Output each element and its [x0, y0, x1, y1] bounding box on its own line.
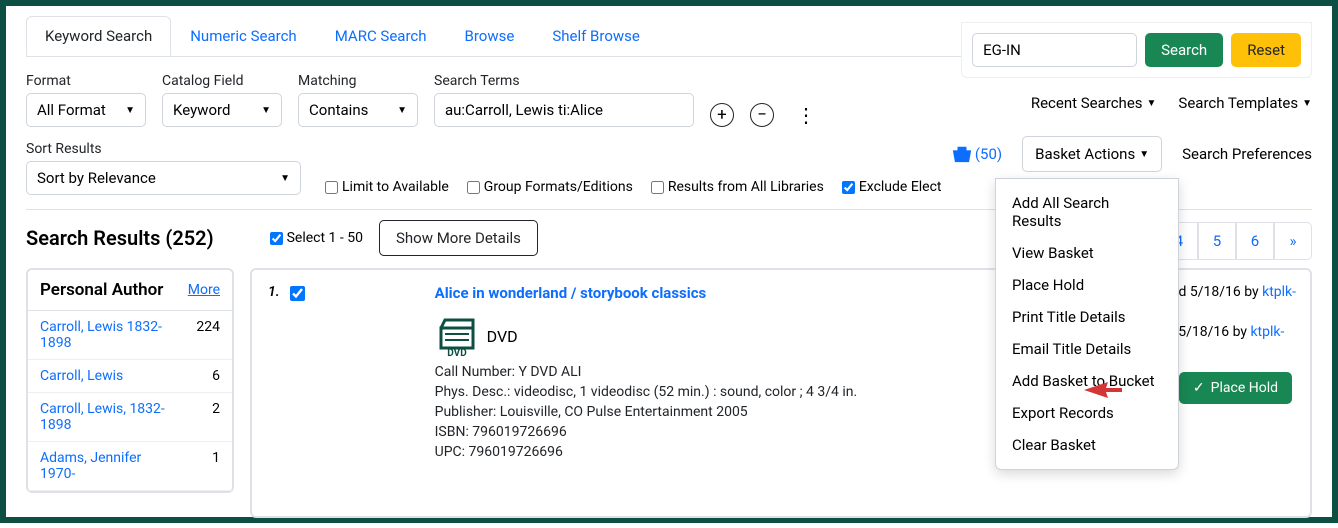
- facet-item[interactable]: Carroll, Lewis6: [28, 360, 232, 393]
- svg-text:DVD: DVD: [447, 348, 467, 356]
- kebab-icon: ⋮: [796, 103, 816, 127]
- search-templates-link[interactable]: Search Templates▼: [1178, 94, 1312, 112]
- menu-add-all-search-results[interactable]: Add All Search Results: [996, 187, 1178, 237]
- chevron-down-icon: ▼: [397, 105, 407, 116]
- upc: UPC: 796019726696: [435, 444, 858, 460]
- limit-available-checkbox[interactable]: Limit to Available: [325, 179, 449, 195]
- facet-more-link[interactable]: More: [188, 282, 220, 298]
- result-number: 1.: [268, 284, 280, 502]
- place-hold-button[interactable]: ✓ Place Hold: [1179, 372, 1292, 404]
- format-select[interactable]: All Format▼: [26, 93, 146, 127]
- caret-down-icon: ▼: [1147, 98, 1157, 109]
- search-terms-input[interactable]: [434, 93, 694, 127]
- dvd-format-icon: DVD DVD: [437, 316, 858, 356]
- menu-clear-basket[interactable]: Clear Basket: [996, 429, 1178, 461]
- caret-down-icon: ▼: [1139, 149, 1149, 160]
- sort-select[interactable]: Sort by Relevance▼: [26, 161, 301, 195]
- tab-browse[interactable]: Browse: [446, 16, 534, 56]
- tab-shelf-browse[interactable]: Shelf Browse: [533, 16, 659, 56]
- result-title-link[interactable]: Alice in wonderland / storybook classics: [435, 284, 858, 302]
- annotation-arrow-icon: [1082, 376, 1122, 404]
- basket-count[interactable]: (50): [951, 145, 1002, 163]
- recent-searches-link[interactable]: Recent Searches▼: [1031, 94, 1157, 112]
- menu-view-basket[interactable]: View Basket: [996, 237, 1178, 269]
- remove-row-button[interactable]: −: [750, 103, 774, 127]
- result-select-checkbox[interactable]: [290, 286, 305, 301]
- tab-keyword-search[interactable]: Keyword Search: [26, 16, 171, 56]
- basket-actions-button[interactable]: Basket Actions▼: [1022, 136, 1162, 172]
- result-format-label: DVD: [487, 327, 518, 346]
- chevron-down-icon: ▼: [261, 105, 271, 116]
- editor-link[interactable]: ktplk-: [1250, 324, 1284, 340]
- menu-email-title-details[interactable]: Email Title Details: [996, 333, 1178, 365]
- page-6-button[interactable]: 6: [1236, 222, 1274, 260]
- more-options-button[interactable]: ⋮: [790, 103, 822, 127]
- facet-item[interactable]: Carroll, Lewis, 1832-18982: [28, 393, 232, 442]
- sort-label: Sort Results: [26, 141, 301, 157]
- check-icon: ✓: [1193, 380, 1205, 396]
- catalog-field-label: Catalog Field: [162, 73, 282, 89]
- matching-label: Matching: [298, 73, 418, 89]
- catalog-field-select[interactable]: Keyword▼: [162, 93, 282, 127]
- tab-numeric-search[interactable]: Numeric Search: [171, 16, 315, 56]
- top-search-bar: Search Reset: [961, 22, 1312, 78]
- add-row-button[interactable]: +: [710, 103, 734, 127]
- menu-print-title-details[interactable]: Print Title Details: [996, 301, 1178, 333]
- facet-item[interactable]: Adams, Jennifer 1970-1: [28, 442, 232, 491]
- page-5-button[interactable]: 5: [1198, 222, 1236, 260]
- group-formats-checkbox[interactable]: Group Formats/Editions: [467, 179, 633, 195]
- plus-icon: +: [717, 107, 727, 124]
- basket-actions-menu: Add All Search Results View Basket Place…: [995, 178, 1179, 470]
- library-search-input[interactable]: [972, 33, 1137, 67]
- basket-row: (50) Basket Actions▼ Search Preferences: [951, 136, 1312, 172]
- facet-item[interactable]: Carroll, Lewis 1832-1898224: [28, 311, 232, 360]
- phys-desc: Phys. Desc.: videodisc, 1 videodisc (52 …: [435, 384, 858, 400]
- publisher: Publisher: Louisville, CO Pulse Entertai…: [435, 404, 858, 420]
- chevron-down-icon: ▼: [280, 173, 290, 184]
- menu-place-hold[interactable]: Place Hold: [996, 269, 1178, 301]
- search-preferences-link[interactable]: Search Preferences: [1182, 145, 1312, 163]
- search-links-row: Recent Searches▼ Search Templates▼: [1031, 94, 1312, 112]
- chevron-down-icon: ▼: [125, 105, 135, 116]
- minus-icon: −: [757, 107, 767, 124]
- creator-link[interactable]: ktplk-: [1262, 284, 1296, 300]
- exclude-electronic-checkbox[interactable]: Exclude Elect: [842, 179, 942, 195]
- all-libraries-checkbox[interactable]: Results from All Libraries: [651, 179, 824, 195]
- call-number: Call Number: Y DVD ALI: [435, 364, 858, 380]
- select-range-checkbox[interactable]: Select 1 - 50: [270, 230, 363, 246]
- search-button[interactable]: Search: [1145, 33, 1223, 67]
- reset-button[interactable]: Reset: [1231, 33, 1301, 67]
- search-terms-label: Search Terms: [434, 73, 694, 89]
- basket-icon: [951, 145, 973, 163]
- facet-title: Personal Author: [40, 280, 163, 300]
- matching-select[interactable]: Contains▼: [298, 93, 418, 127]
- isbn: ISBN: 796019726696: [435, 424, 858, 440]
- tab-marc-search[interactable]: MARC Search: [316, 16, 446, 56]
- format-label: Format: [26, 73, 146, 89]
- results-title: Search Results (252): [26, 226, 214, 250]
- page-next-button[interactable]: »: [1274, 222, 1312, 260]
- caret-down-icon: ▼: [1302, 98, 1312, 109]
- facet-personal-author: Personal Author More Carroll, Lewis 1832…: [26, 268, 234, 493]
- filter-checkboxes: Limit to Available Group Formats/Edition…: [325, 179, 942, 195]
- show-more-details-button[interactable]: Show More Details: [379, 220, 538, 256]
